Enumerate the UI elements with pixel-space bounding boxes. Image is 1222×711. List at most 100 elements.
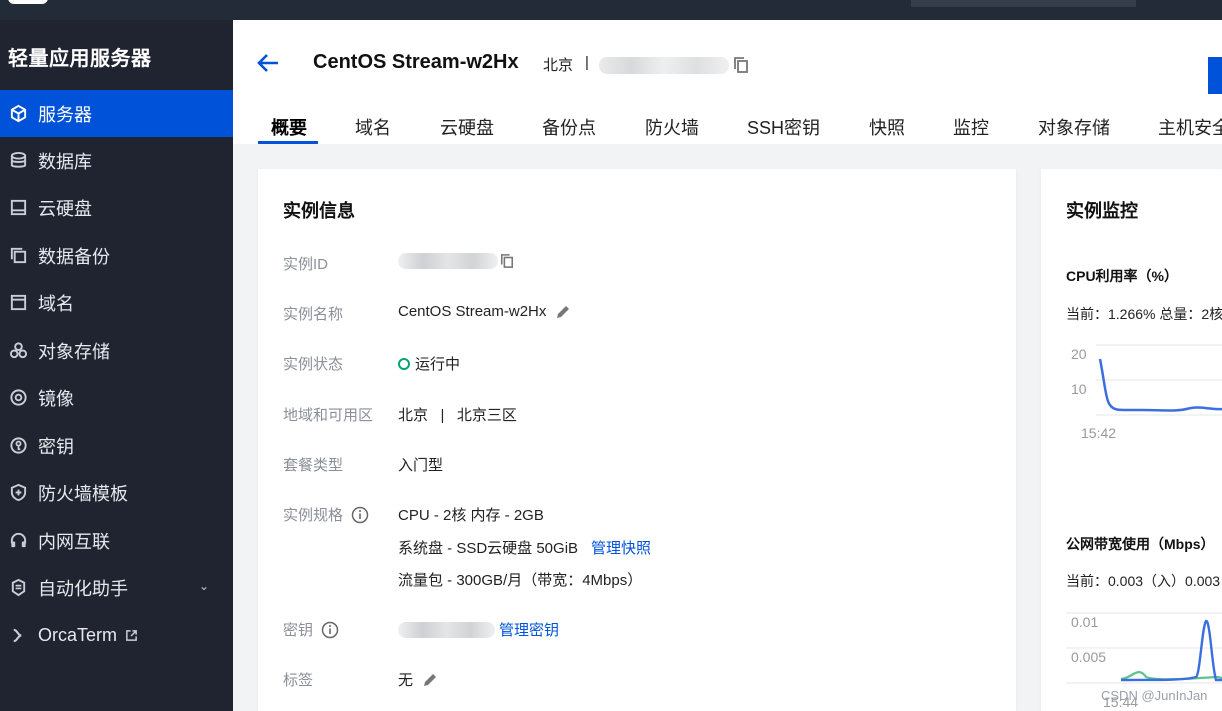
edit-icon[interactable] xyxy=(555,304,571,320)
card-title: 实例信息 xyxy=(283,201,355,221)
tab-overview[interactable]: 概要 xyxy=(271,114,307,140)
cpu-chart xyxy=(1096,344,1222,416)
bw-in-line xyxy=(1120,671,1222,681)
sidebar-item-cloud-disk[interactable]: 云硬盘 xyxy=(0,184,233,231)
manage-snapshot-link[interactable]: 管理快照 xyxy=(591,537,651,558)
sidebar-item-label: 数据备份 xyxy=(38,246,110,267)
instance-id-value xyxy=(398,253,514,269)
sidebar-item-label: 数据库 xyxy=(38,151,92,172)
copy-icon[interactable] xyxy=(733,56,749,74)
key-label-row: 密钥 xyxy=(283,619,339,640)
active-tab-indicator xyxy=(258,141,318,144)
instance-monitor-card: 实例监控 CPU利用率（%） 当前：1.266% 总量：2核 20 10 15:… xyxy=(1041,169,1222,711)
bandwidth-chart-title: 公网带宽使用（Mbps） xyxy=(1066,536,1215,552)
sidebar-item-servers[interactable]: 服务器 xyxy=(0,90,233,137)
terminal-icon xyxy=(8,626,28,646)
tab-cloud-disk[interactable]: 云硬盘 xyxy=(440,114,494,140)
sidebar-item-label: 防火墙模板 xyxy=(38,483,128,504)
tag-label: 标签 xyxy=(283,672,314,689)
image-icon xyxy=(8,388,28,408)
cpu-time-label: 15:42 xyxy=(1081,425,1117,441)
sidebar-item-image[interactable]: 镜像 xyxy=(0,374,233,421)
key-blurred xyxy=(398,621,495,638)
key-label: 密钥 xyxy=(283,622,314,639)
cpu-chart-title: CPU利用率（%） xyxy=(1066,268,1179,284)
bandwidth-chart xyxy=(1066,612,1222,684)
primary-action-button[interactable] xyxy=(1208,57,1222,94)
plan-label: 套餐类型 xyxy=(283,457,344,474)
instance-status-label: 实例状态 xyxy=(283,356,344,373)
instance-info-card: 实例信息 实例ID 实例名称 CentOS Stream-w2Hx 实例状态 运… xyxy=(258,169,1016,711)
spec-disk: 系统盘 - SSD云硬盘 50GiB xyxy=(398,540,579,557)
cpu-usage-line xyxy=(1098,358,1222,412)
info-icon[interactable] xyxy=(351,506,369,524)
sidebar-item-label: 对象存储 xyxy=(38,341,110,362)
bandwidth-current: 当前：0.003（入）0.003（出） xyxy=(1066,573,1222,589)
sidebar-item-domain[interactable]: 域名 xyxy=(0,279,233,326)
instance-name-label: 实例名称 xyxy=(283,306,344,323)
zone-value: 北京 | 北京三区 xyxy=(398,407,517,424)
zone-label: 地域和可用区 xyxy=(283,407,374,424)
ip-address-blurred xyxy=(599,57,729,74)
headset-icon xyxy=(8,531,28,551)
sidebar-item-label: 自动化助手 xyxy=(38,578,128,599)
spec-cpu: CPU - 2核 内存 - 2GB xyxy=(398,507,544,524)
instance-id-blurred xyxy=(398,253,498,269)
sidebar-item-label: 镜像 xyxy=(38,388,74,409)
tab-monitor[interactable]: 监控 xyxy=(953,114,989,140)
tab-snapshot[interactable]: 快照 xyxy=(869,114,905,140)
instance-status-value: 运行中 xyxy=(415,356,461,373)
shield-icon xyxy=(8,483,28,503)
sidebar-item-object-storage[interactable]: 对象存储 xyxy=(0,327,233,374)
chevron-down-icon[interactable]: ⌄ xyxy=(199,579,209,593)
sidebar-item-label: 密钥 xyxy=(38,436,74,457)
sidebar-item-automation[interactable]: 自动化助手 ⌄ xyxy=(0,564,233,611)
logo[interactable] xyxy=(8,0,48,4)
sidebar-item-orcaterm[interactable]: OrcaTerm xyxy=(0,612,233,659)
sidebar-item-label: 内网互联 xyxy=(38,531,110,552)
key-row: 管理密钥 xyxy=(398,619,559,640)
instance-id-label: 实例ID xyxy=(283,256,329,273)
disk-icon xyxy=(8,198,28,218)
instance-name-row: CentOS Stream-w2Hx xyxy=(398,303,571,320)
sidebar-item-intranet[interactable]: 内网互联 xyxy=(0,517,233,564)
instance-status-row: 运行中 xyxy=(398,353,460,374)
sidebar-item-database[interactable]: 数据库 xyxy=(0,137,233,184)
tab-object-storage[interactable]: 对象存储 xyxy=(1038,114,1110,140)
plan-value: 入门型 xyxy=(398,457,444,474)
region-separator: | xyxy=(585,54,589,71)
automation-icon xyxy=(8,578,28,598)
sidebar-item-label: 域名 xyxy=(38,293,74,314)
sidebar-item-firewall-template[interactable]: 防火墙模板 xyxy=(0,469,233,516)
top-bar xyxy=(0,0,1222,20)
sidebar-item-label: OrcaTerm xyxy=(38,625,118,645)
bw-out-line xyxy=(1120,619,1222,682)
edit-icon[interactable] xyxy=(422,672,438,688)
cpu-tick-label: 10 xyxy=(1071,381,1087,397)
copy-icon[interactable] xyxy=(500,253,514,269)
object-storage-icon xyxy=(8,341,28,361)
global-search[interactable] xyxy=(911,0,1136,7)
tab-domain[interactable]: 域名 xyxy=(355,114,391,140)
back-arrow-icon[interactable] xyxy=(256,52,280,74)
sidebar-item-label: 服务器 xyxy=(38,104,92,125)
key-icon xyxy=(8,436,28,456)
info-icon[interactable] xyxy=(321,621,339,639)
manage-key-link[interactable]: 管理密钥 xyxy=(499,619,559,640)
status-running-icon xyxy=(398,357,410,370)
cube-icon xyxy=(8,104,28,124)
domain-icon xyxy=(8,293,28,313)
tab-firewall[interactable]: 防火墙 xyxy=(645,114,699,140)
tab-ssh-key[interactable]: SSH密钥 xyxy=(747,114,820,140)
tag-value: 无 xyxy=(398,672,414,689)
page-header: CentOS Stream-w2Hx 北京 | 概要 域名 云硬盘 备份点 防火… xyxy=(233,20,1222,144)
tab-backup[interactable]: 备份点 xyxy=(542,114,596,140)
sidebar-title: 轻量应用服务器 xyxy=(8,48,152,70)
region-label: 北京 xyxy=(543,57,574,74)
sidebar-item-label: 云硬盘 xyxy=(38,198,92,219)
instance-name-value: CentOS Stream-w2Hx xyxy=(398,303,547,320)
sidebar-item-backup[interactable]: 数据备份 xyxy=(0,232,233,279)
tab-host-security[interactable]: 主机安全 xyxy=(1158,114,1222,140)
spec-label: 实例规格 xyxy=(283,507,344,524)
sidebar-item-key[interactable]: 密钥 xyxy=(0,422,233,469)
